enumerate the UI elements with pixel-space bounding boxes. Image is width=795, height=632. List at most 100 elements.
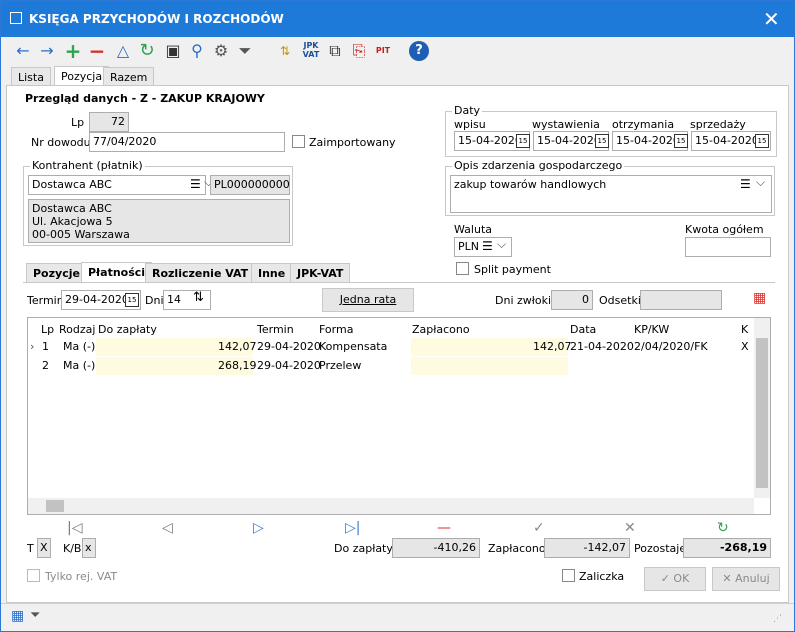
cell-zaplacono: 142,07 (533, 340, 572, 353)
stepper-icon[interactable]: ⇅ (193, 290, 204, 305)
app-icon (10, 12, 22, 24)
pit-icon[interactable]: PIT (373, 41, 393, 61)
tab-pozycje[interactable]: Pozycje (26, 263, 87, 283)
tab-lista[interactable]: Lista (11, 67, 51, 87)
calendar-red-icon[interactable]: ▦ (753, 290, 766, 306)
tab-rozliczenie-vat[interactable]: Rozliczenie VAT (145, 263, 256, 283)
do-zaplaty-field: -410,26 (392, 538, 480, 558)
delete-row-icon[interactable]: — (437, 520, 451, 536)
col-header: Zapłacono (412, 323, 470, 336)
lp-field: 72 (89, 112, 129, 132)
zaliczka-label: Zaliczka (579, 570, 625, 583)
col-header: Rodzaj (59, 323, 96, 336)
jedna-rata-button[interactable]: Jedna rata (322, 288, 414, 312)
arrow-right-icon[interactable]: → (37, 41, 57, 61)
odsetki-label: Odsetki (599, 294, 641, 307)
kontrahent-input[interactable]: Dostawca ABC (28, 175, 206, 195)
odsetki-field (640, 290, 722, 310)
address-box: Dostawca ABC Ul. Akacjowa 5 00-005 Warsz… (28, 199, 290, 243)
edit-icon[interactable]: △ (113, 41, 133, 61)
accept-icon[interactable]: ✓ (533, 520, 545, 536)
arrow-left-icon[interactable]: ← (13, 41, 33, 61)
section-title: Przegląd danych - Z - ZAKUP KRAJOWY (25, 92, 265, 105)
col-header: K (741, 323, 749, 336)
calendar-icon[interactable]: 15 (595, 134, 609, 148)
cell-lp: 1 (42, 340, 49, 353)
calendar-icon[interactable]: 15 (674, 134, 688, 148)
calendar-icon[interactable]: 15 (516, 134, 530, 148)
pozostaje-label: Pozostaje (634, 542, 687, 555)
prev-record-icon[interactable]: ◁ (162, 520, 173, 536)
tab-razem[interactable]: Razem (103, 67, 155, 87)
import-icon[interactable]: ⇅ (275, 41, 295, 61)
zaimportowany-checkbox[interactable] (292, 135, 305, 148)
refresh-icon[interactable]: ↻ (137, 41, 157, 61)
help-icon[interactable]: ? (409, 41, 429, 61)
delete-icon[interactable]: − (87, 41, 107, 61)
list-icon[interactable]: ☰ (190, 177, 201, 191)
zaliczka-checkbox[interactable] (562, 569, 575, 582)
tylko-checkbox[interactable] (27, 569, 40, 582)
tab-platnosci[interactable]: Płatności (81, 262, 153, 283)
status-bar: ▦ ⏷ ⋰ (1, 603, 794, 631)
jpk-vat-icon[interactable]: JPK VAT (301, 41, 321, 61)
row-pointer-icon: › (30, 340, 35, 353)
split-checkbox[interactable] (456, 262, 469, 275)
tab-inne[interactable]: Inne (251, 263, 293, 283)
cell-do-zaplaty: 142,07 (218, 340, 257, 353)
tab-jpk-vat[interactable]: JPK-VAT (290, 263, 351, 283)
waluta-label: Waluta (454, 223, 492, 236)
scroll-thumb[interactable] (46, 500, 64, 512)
vertical-scrollbar[interactable] (754, 318, 770, 498)
gear-icon[interactable]: ⚙ (211, 41, 231, 61)
last-record-icon[interactable]: ▷| (345, 520, 360, 536)
chevron-down-icon[interactable]: ⌵ (497, 237, 506, 252)
title-bar: KSIĘGA PRZYCHODÓW I ROZCHODÓW ✕ (1, 1, 794, 37)
wpisu-label: wpisu (454, 118, 486, 131)
otrzymania-label: otrzymania (612, 118, 675, 131)
copy-icon[interactable]: ⧉ (325, 41, 345, 61)
horizontal-scrollbar[interactable] (28, 498, 754, 514)
tab-divider (23, 282, 775, 283)
jedna-rata-label: Jedna rata (339, 293, 397, 306)
table-row[interactable]: 2 Ma (-) 268,19 29-04-2020 Przelew (28, 357, 754, 375)
tab-pozycja[interactable]: Pozycja (54, 66, 110, 87)
resize-grip-icon[interactable]: ⋰ (773, 614, 782, 624)
first-record-icon[interactable]: |◁ (67, 520, 82, 536)
close-icon[interactable]: ✕ (763, 7, 780, 31)
table-row[interactable]: › 1 Ma (-) 142,07 29-04-2020 Kompensata … (28, 338, 754, 356)
scroll-thumb[interactable] (756, 338, 768, 488)
list-icon[interactable]: ☰ (482, 239, 493, 253)
cell-rodzaj: Ma (-) (63, 340, 96, 353)
calendar-icon[interactable]: 15 (755, 134, 769, 148)
calendar-icon[interactable]: 15 (125, 293, 139, 307)
refresh-icon[interactable]: ↻ (717, 520, 729, 536)
cell-do-zaplaty: 268,19 (218, 359, 257, 372)
tylko-label: Tylko rej. VAT (45, 570, 118, 583)
filter-icon[interactable]: ⏷ (30, 608, 40, 623)
cancel-row-icon[interactable]: ✕ (624, 520, 636, 536)
col-header: Lp (41, 323, 55, 336)
search-icon[interactable]: ⚲ (187, 41, 207, 61)
table-icon[interactable]: ▦ (11, 608, 24, 624)
ok-button[interactable]: ✓ OK (644, 567, 706, 591)
kwota-field (685, 237, 771, 257)
sprzedazy-label: sprzedaży (690, 118, 746, 131)
list-icon[interactable]: ☰ (740, 177, 751, 191)
anuluj-button[interactable]: ✕ Anuluj (712, 567, 780, 591)
add-icon[interactable]: + (63, 41, 83, 61)
next-record-icon[interactable]: ▷ (253, 520, 264, 536)
kwota-label: Kwota ogółem (685, 223, 764, 236)
chevron-down-icon[interactable]: ⌵ (756, 175, 765, 190)
document-icon[interactable]: ⎘ (349, 41, 369, 61)
opis-input[interactable]: zakup towarów handlowych (450, 175, 772, 213)
filter-icon[interactable]: ⏷ (235, 41, 255, 61)
toolbar: ← → + − △ ↻ ▣ ⚲ ⚙ ⏷ ⇅ JPK VAT ⧉ ⎘ PIT ? (1, 37, 794, 65)
cell-termin: 29-04-2020 (257, 340, 321, 353)
print-icon[interactable]: ▣ (163, 41, 183, 61)
cell-lp: 2 (42, 359, 49, 372)
window-title: KSIĘGA PRZYCHODÓW I ROZCHODÓW (29, 12, 284, 26)
daty-label: Daty (452, 104, 483, 117)
nr-dowodu-input[interactable]: 77/04/2020 (89, 132, 285, 152)
split-label: Split payment (474, 263, 551, 276)
